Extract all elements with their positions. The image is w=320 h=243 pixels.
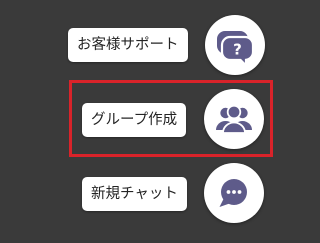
group-people-icon <box>216 104 252 134</box>
help-chat-icon: ? <box>217 30 255 69</box>
customer-support-button[interactable]: ? <box>205 15 265 75</box>
new-chat-label[interactable]: 新規チャット <box>82 177 187 211</box>
create-group-label[interactable]: グループ作成 <box>82 103 187 137</box>
customer-support-label[interactable]: お客様サポート <box>68 28 188 62</box>
svg-text:?: ? <box>233 41 242 59</box>
new-chat-button[interactable] <box>204 163 264 223</box>
create-group-button[interactable] <box>204 89 264 149</box>
chat-bubble-icon <box>219 179 247 207</box>
